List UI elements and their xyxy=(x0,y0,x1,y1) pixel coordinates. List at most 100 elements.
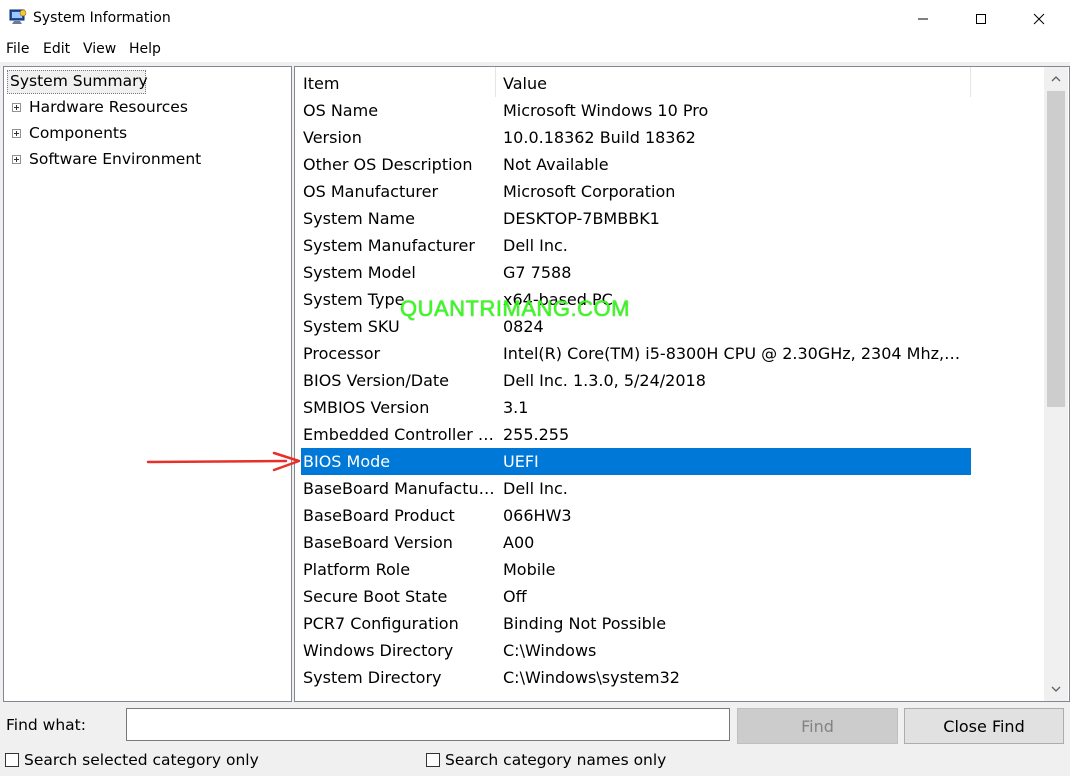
row-value-cell: DESKTOP-7BMBBK1 xyxy=(503,209,660,228)
table-row[interactable]: OS Name Microsoft Windows 10 Pro xyxy=(301,97,971,124)
row-item-cell: BaseBoard Manufacturer xyxy=(303,479,495,498)
row-item-cell: Windows Directory xyxy=(303,641,454,660)
table-row[interactable]: System Manufacturer Dell Inc. xyxy=(301,232,971,259)
table-row[interactable]: Embedded Controller V... 255.255 xyxy=(301,421,971,448)
expand-plus-icon[interactable] xyxy=(12,129,21,138)
table-row[interactable]: BIOS Version/Date Dell Inc. 1.3.0, 5/24/2… xyxy=(301,367,971,394)
row-value-cell: Dell Inc. xyxy=(503,479,568,498)
row-value-cell: C:\Windows\system32 xyxy=(503,668,680,687)
column-header-label: Value xyxy=(503,74,547,93)
row-item-cell: Processor xyxy=(303,344,381,363)
close-window-button[interactable] xyxy=(1010,0,1068,37)
find-what-input[interactable] xyxy=(126,708,730,741)
row-item-cell: Version xyxy=(303,128,362,147)
column-header-value[interactable]: Value xyxy=(496,67,971,97)
row-value-cell: x64-based PC xyxy=(503,290,613,309)
menu-bar: File Edit View Help xyxy=(0,37,1070,62)
scroll-up-button[interactable] xyxy=(1044,67,1068,91)
tree-item-hardware-resources[interactable]: Hardware Resources xyxy=(4,95,291,119)
row-item-cell: PCR7 Configuration xyxy=(303,614,459,633)
row-item-cell: System Name xyxy=(303,209,415,228)
row-item-cell: Other OS Description xyxy=(303,155,473,174)
table-row[interactable]: Processor Intel(R) Core(TM) i5-8300H CPU … xyxy=(301,340,971,367)
find-button[interactable]: Find xyxy=(737,708,898,744)
row-item-cell: SMBIOS Version xyxy=(303,398,430,417)
maximize-button[interactable] xyxy=(952,0,1010,37)
scroll-down-button[interactable] xyxy=(1044,677,1068,701)
tree-item-system-summary[interactable]: System Summary xyxy=(4,69,291,94)
table-row[interactable]: BaseBoard Product 066HW3 xyxy=(301,502,971,529)
expand-plus-icon[interactable] xyxy=(12,155,21,164)
window-title: System Information xyxy=(33,10,171,26)
column-header-item[interactable]: Item xyxy=(295,67,496,97)
maximize-icon xyxy=(976,13,986,24)
table-row[interactable]: System Type x64-based PC xyxy=(301,286,971,313)
row-item-cell: BIOS Mode xyxy=(303,452,391,471)
tree-item-software-environment[interactable]: Software Environment xyxy=(4,147,291,171)
row-value-cell: 10.0.18362 Build 18362 xyxy=(503,128,696,147)
table-row[interactable]: Version 10.0.18362 Build 18362 xyxy=(301,124,971,151)
table-row[interactable]: OS Manufacturer Microsoft Corporation xyxy=(301,178,971,205)
checkbox-box[interactable] xyxy=(5,753,19,767)
tree-item-components[interactable]: Components xyxy=(4,121,291,145)
row-value-cell: Dell Inc. xyxy=(503,236,568,255)
row-value-cell: 0824 xyxy=(503,317,544,336)
table-row[interactable]: BaseBoard Version A00 xyxy=(301,529,971,556)
row-item-cell: System Model xyxy=(303,263,416,282)
close-icon xyxy=(1033,13,1045,24)
row-item-cell: System Type xyxy=(303,290,405,309)
table-row[interactable]: System Model G7 7588 xyxy=(301,259,971,286)
table-row[interactable]: SMBIOS Version 3.1 xyxy=(301,394,971,421)
checkbox-box[interactable] xyxy=(426,753,440,767)
table-row[interactable]: BIOS Mode UEFI xyxy=(301,448,971,475)
find-what-label: Find what: xyxy=(6,716,86,734)
row-value-cell: Intel(R) Core(TM) i5-8300H CPU @ 2.30GHz… xyxy=(503,344,965,363)
row-item-cell: System Manufacturer xyxy=(303,236,475,255)
row-value-cell: Microsoft Windows 10 Pro xyxy=(503,101,709,120)
column-header-label: Item xyxy=(303,74,340,93)
category-tree[interactable]: System Summary Hardware Resources Compon… xyxy=(3,66,292,702)
table-row[interactable]: PCR7 Configuration Binding Not Possible xyxy=(301,610,971,637)
row-item-cell: Embedded Controller V... xyxy=(303,425,495,444)
table-row[interactable]: Secure Boot State Off xyxy=(301,583,971,610)
row-item-cell: Secure Boot State xyxy=(303,587,448,606)
chevron-up-icon xyxy=(1051,76,1061,82)
row-value-cell: 066HW3 xyxy=(503,506,572,525)
table-row[interactable]: Other OS Description Not Available xyxy=(301,151,971,178)
row-value-cell: C:\Windows xyxy=(503,641,597,660)
row-item-cell: OS Manufacturer xyxy=(303,182,439,201)
checkbox-label: Search selected category only xyxy=(24,751,259,769)
row-item-cell: BaseBoard Version xyxy=(303,533,453,552)
table-row[interactable]: System Directory C:\Windows\system32 xyxy=(301,664,971,691)
menu-edit[interactable]: Edit xyxy=(43,41,70,57)
tree-item-label: Software Environment xyxy=(29,150,202,168)
chevron-down-icon xyxy=(1051,686,1061,692)
row-value-cell: UEFI xyxy=(503,452,539,471)
row-value-cell: G7 7588 xyxy=(503,263,572,282)
row-value-cell: Binding Not Possible xyxy=(503,614,667,633)
table-row[interactable]: BaseBoard Manufacturer Dell Inc. xyxy=(301,475,971,502)
close-find-button[interactable]: Close Find xyxy=(904,708,1064,744)
row-value-cell: Dell Inc. 1.3.0, 5/24/2018 xyxy=(503,371,706,390)
minimize-button[interactable] xyxy=(894,0,952,37)
annotation-arrow-icon xyxy=(146,451,301,472)
scroll-thumb[interactable] xyxy=(1047,91,1065,407)
checkbox-label: Search category names only xyxy=(445,751,667,769)
menu-file[interactable]: File xyxy=(6,41,29,57)
row-item-cell: BIOS Version/Date xyxy=(303,371,449,390)
system-information-app-icon xyxy=(9,9,27,24)
row-item-cell: Platform Role xyxy=(303,560,411,579)
table-row[interactable]: Platform Role Mobile xyxy=(301,556,971,583)
row-value-cell: 255.255 xyxy=(503,425,570,444)
menu-view[interactable]: View xyxy=(83,41,116,57)
table-row[interactable]: System Name DESKTOP-7BMBBK1 xyxy=(301,205,971,232)
row-item-cell: OS Name xyxy=(303,101,379,120)
expand-plus-icon[interactable] xyxy=(12,103,21,112)
menu-help[interactable]: Help xyxy=(129,41,161,57)
tree-item-label: Components xyxy=(29,124,128,142)
table-row[interactable]: System SKU 0824 xyxy=(301,313,971,340)
vertical-scrollbar[interactable] xyxy=(1044,67,1068,701)
table-row[interactable]: Windows Directory C:\Windows xyxy=(301,637,971,664)
row-item-cell: System Directory xyxy=(303,668,442,687)
details-list[interactable]: Item Value OS Name Microsoft Windows 10 P… xyxy=(294,66,1070,702)
